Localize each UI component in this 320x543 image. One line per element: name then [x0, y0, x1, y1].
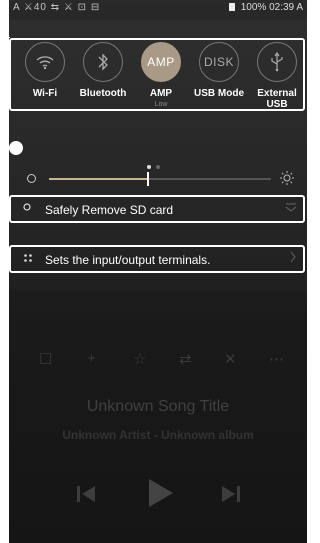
player-controls-row: ☐ + ☆ ⇄ ✕ ⋯: [9, 350, 307, 374]
brightness-slider-thumb[interactable]: [146, 172, 149, 186]
eject-icon: [285, 201, 297, 215]
status-icons: A ⚔40 ⇆ ⚔ ⊡ ⊟: [13, 2, 101, 13]
qs-bluetooth[interactable]: Bluetooth: [73, 42, 133, 99]
repeat-icon: ⇄: [179, 351, 192, 368]
qs-wifi[interactable]: Wi-Fi: [15, 42, 75, 99]
qs-usb-mode-label: USB Mode: [194, 88, 244, 99]
amp-icon: AMP: [141, 42, 181, 82]
shuffle-icon: ✕: [224, 351, 237, 368]
playlist-icon: ☐: [39, 351, 53, 368]
status-bar: A ⚔40 ⇆ ⚔ ⊡ ⊟ 100% 02:39 A: [9, 0, 307, 20]
more-icon: ⋯: [269, 351, 284, 368]
status-right: 100% 02:39 A: [228, 2, 303, 13]
battery-icon: [228, 3, 235, 11]
io-terminals-icon: [23, 253, 33, 266]
io-terminals-setting[interactable]: Sets the input/output terminals.: [9, 245, 305, 273]
previous-icon: [75, 483, 97, 510]
qs-external-usb-label: External USB: [257, 88, 297, 110]
qs-amp-label: AMP: [149, 88, 173, 99]
battery-level: 100%: [240, 2, 267, 13]
transport-controls: [9, 475, 307, 515]
io-terminals-label: Sets the input/output terminals.: [45, 253, 211, 267]
brightness-slider[interactable]: [49, 172, 271, 186]
favorite-icon: ☆: [133, 351, 147, 368]
qs-amp-sublabel: Low: [154, 101, 168, 108]
add-icon: +: [87, 350, 96, 367]
play-icon: [145, 477, 175, 514]
wifi-icon: [25, 42, 65, 82]
brightness-low-icon: [27, 174, 36, 183]
device-screen: A ⚔40 ⇆ ⚔ ⊡ ⊟ 100% 02:39 A Wi-Fi Bluetoo…: [9, 0, 307, 543]
sd-card-label: Safely Remove SD card: [45, 203, 174, 217]
callout-marker-brightness: [9, 141, 23, 155]
callout-line-quick-settings: [0, 37, 10, 38]
qs-amp[interactable]: AMP AMP Low: [131, 42, 191, 108]
usb-icon: [257, 42, 297, 82]
next-icon: [220, 483, 242, 510]
callout-line-sd-card: [0, 203, 10, 204]
qs-usb-mode[interactable]: DISK USB Mode: [189, 42, 249, 99]
qs-wifi-label: Wi-Fi: [32, 88, 58, 99]
song-title: Unknown Song Title: [86, 398, 230, 415]
safely-remove-sd-card[interactable]: Safely Remove SD card: [9, 195, 305, 223]
qs-external-usb[interactable]: External USB: [247, 42, 307, 110]
disk-icon: DISK: [199, 42, 239, 82]
song-artist-album: Unknown Artist - Unknown album: [62, 428, 254, 442]
brightness-control: [9, 165, 307, 195]
bluetooth-icon: [83, 42, 123, 82]
chevron-right-icon: [289, 251, 297, 266]
brightness-slider-fill: [49, 178, 147, 180]
clock: 02:39 A: [269, 2, 303, 13]
callout-line-io-terminals: [0, 256, 10, 257]
quick-settings-row: Wi-Fi Bluetooth AMP AMP Low DISK USB Mod…: [9, 38, 305, 111]
sd-card-icon: [23, 203, 31, 214]
qs-bluetooth-label: Bluetooth: [79, 88, 127, 99]
brightness-high-icon: [279, 170, 295, 191]
